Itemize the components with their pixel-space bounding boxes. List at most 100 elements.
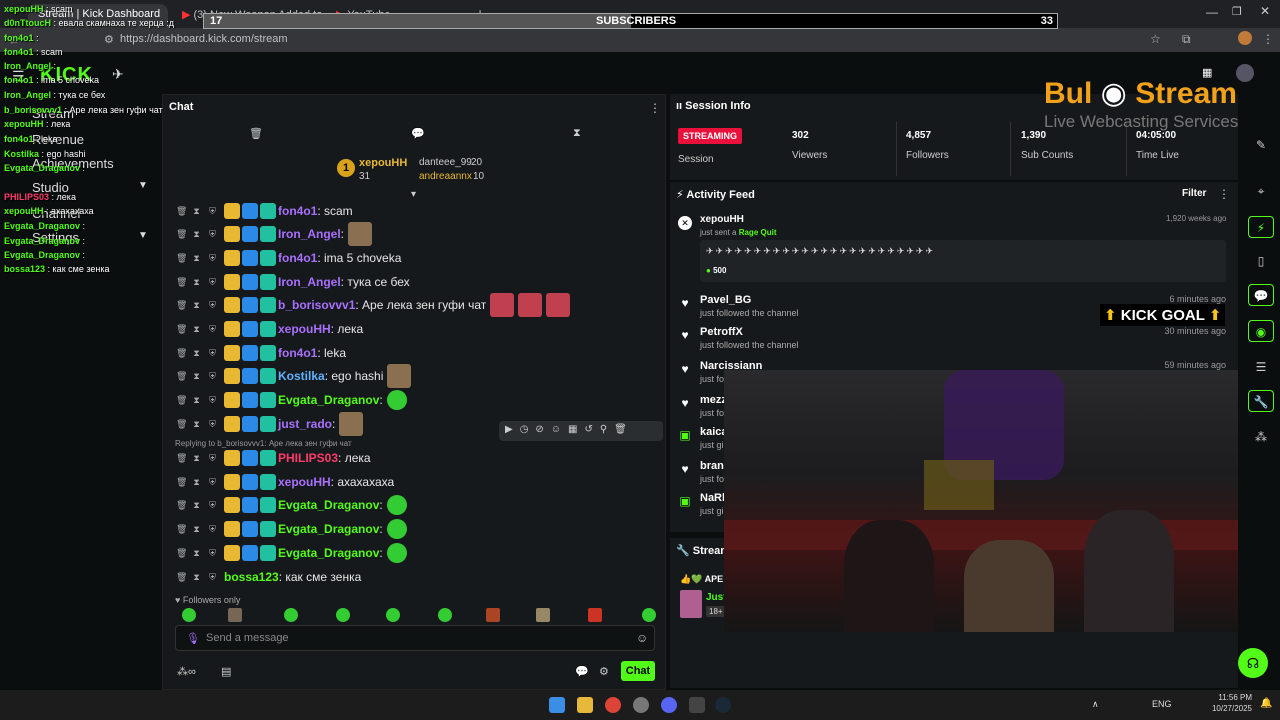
maximize-button[interactable]: ❐: [1232, 5, 1242, 18]
chat-message[interactable]: 🗑 ⧗ ⛨ Evgata_Draganov:: [176, 542, 407, 564]
microphone-icon[interactable]: 🎙: [186, 632, 200, 645]
top-user-name[interactable]: andreaannx: [419, 171, 472, 182]
hourglass-icon[interactable]: ⧗: [192, 324, 201, 335]
rocket-icon[interactable]: ✈: [112, 66, 124, 83]
chat-username[interactable]: b_borisovvv1: [278, 298, 355, 312]
steam-icon[interactable]: [715, 697, 731, 713]
chat-message[interactable]: 🗑 ⧗ ⛨ fon4o1: ima 5 choveka: [176, 247, 401, 269]
chat-message[interactable]: 🗑 ⧗ ⛨ Evgata_Draganov:: [176, 518, 407, 540]
broadcast-icon[interactable]: ◉: [1248, 320, 1274, 342]
discord-icon[interactable]: [661, 697, 677, 713]
clock-time[interactable]: 11:56 PM: [1216, 693, 1252, 702]
language-indicator[interactable]: ENG: [1152, 699, 1172, 709]
chat-username[interactable]: PHILIPS03: [278, 451, 338, 465]
chat-message[interactable]: 🗑 ⧗ ⛨ just_rado:: [176, 412, 364, 436]
filter-button[interactable]: Filter: [1182, 188, 1206, 199]
help-button[interactable]: ☊: [1238, 648, 1268, 678]
chat-username[interactable]: xepouHH: [278, 322, 331, 336]
shield-icon[interactable]: ⛨: [208, 524, 217, 535]
server-icon[interactable]: ☰: [1248, 356, 1274, 378]
emote[interactable]: [588, 608, 602, 622]
browser-menu-icon[interactable]: ⋮: [1262, 32, 1274, 46]
trash-icon[interactable]: 🗑: [176, 371, 187, 382]
activity-menu-icon[interactable]: ⋮: [1218, 187, 1230, 201]
shield-icon[interactable]: ⛨: [208, 324, 217, 335]
chat-username[interactable]: Evgata_Draganov: [278, 546, 379, 560]
emote[interactable]: [182, 608, 196, 622]
chat-username[interactable]: bossa123: [224, 570, 279, 584]
chat-message[interactable]: 🗑 ⧗ ⛨ xepouHH: ахахахаха: [176, 471, 394, 493]
bookmark-star-icon[interactable]: ☆: [1150, 32, 1161, 46]
shield-icon[interactable]: ⛨: [208, 548, 217, 559]
trash-icon[interactable]: 🗑: [176, 453, 187, 464]
emote[interactable]: [386, 608, 400, 622]
shield-icon[interactable]: ⛨: [208, 477, 217, 488]
chat-message[interactable]: 🗑 ⧗ ⛨ b_borisovvv1: Аре лека зен гуфи чат: [176, 293, 571, 317]
chat-menu-icon[interactable]: ⋮: [649, 101, 661, 115]
trash-icon[interactable]: 🗑: [176, 477, 187, 488]
emoji-icon[interactable]: ☺: [636, 631, 648, 645]
chat-message[interactable]: 🗑 ⧗ ⛨ Iron_Angel: тука се бех: [176, 271, 410, 293]
notification-icon[interactable]: 🔔: [1260, 698, 1272, 709]
shield-icon[interactable]: ⛨: [208, 453, 217, 464]
share-icon[interactable]: ⁂: [1248, 426, 1274, 448]
trash-icon[interactable]: 🗑: [176, 500, 187, 511]
trash-icon[interactable]: 🗑: [176, 300, 187, 311]
hourglass-icon[interactable]: ⧗: [192, 206, 201, 217]
hourglass-icon[interactable]: ⧗: [192, 253, 201, 264]
top-user-name[interactable]: danteee_99: [419, 157, 472, 168]
chevron-down-icon[interactable]: ▼: [138, 230, 148, 241]
trash-icon[interactable]: 🗑: [176, 572, 187, 583]
store-icon[interactable]: ▤: [221, 665, 231, 678]
chat-username[interactable]: fon4o1: [278, 346, 317, 360]
shield-icon[interactable]: ⛨: [208, 277, 217, 288]
document-icon[interactable]: ▯: [1248, 250, 1274, 272]
chat-username[interactable]: just_rado: [278, 417, 332, 431]
emote[interactable]: [486, 608, 500, 622]
trash-icon[interactable]: 🗑: [249, 127, 263, 140]
chat-message[interactable]: 🗑 ⧗ ⛨ PHILIPS03: лека: [176, 447, 371, 469]
feed-name[interactable]: Pavel_BG: [700, 294, 751, 306]
feed-name[interactable]: mezz: [700, 394, 727, 406]
chat-message[interactable]: 🗑 ⧗ ⛨ Iron_Angel:: [176, 222, 373, 246]
extensions-icon[interactable]: ⧉: [1182, 32, 1191, 47]
hourglass-icon[interactable]: ⧗: [192, 300, 201, 311]
chat-username[interactable]: fon4o1: [278, 251, 317, 265]
chevron-down-icon[interactable]: ▼: [138, 180, 148, 191]
clock-date[interactable]: 10/27/2025: [1210, 704, 1252, 713]
emote[interactable]: [642, 608, 656, 622]
terminal-icon[interactable]: [689, 697, 705, 713]
minimize-button[interactable]: —: [1206, 5, 1218, 19]
emote[interactable]: [336, 608, 350, 622]
close-window-button[interactable]: ✕: [1260, 4, 1270, 18]
chat-username[interactable]: Iron_Angel: [278, 227, 341, 241]
windows-start-icon[interactable]: [549, 697, 565, 713]
hourglass-icon[interactable]: ⧗: [192, 348, 201, 359]
trash-icon[interactable]: 🗑: [176, 324, 187, 335]
emote[interactable]: [228, 608, 242, 622]
profile-avatar[interactable]: [1238, 31, 1252, 45]
chat-message[interactable]: 🗑 ⧗ ⛨ xepouHH: лека: [176, 318, 363, 340]
category-thumbnail[interactable]: [680, 590, 702, 618]
shield-icon[interactable]: ⛨: [208, 348, 217, 359]
chat-message[interactable]: 🗑 ⧗ ⛨ bossa123: как сме зенка: [176, 566, 361, 588]
chat-username[interactable]: Iron_Angel: [278, 275, 341, 289]
chat-username[interactable]: Kostilka: [278, 369, 325, 383]
chat-message[interactable]: 🗑 ⧗ ⛨ fon4o1: scam: [176, 200, 353, 222]
chrome-icon[interactable]: [605, 697, 621, 713]
chat-username[interactable]: Evgata_Draganov: [278, 498, 379, 512]
trash-icon[interactable]: 🗑: [176, 253, 187, 264]
chat-message[interactable]: 🗑 ⧗ ⛨ Evgata_Draganov:: [176, 389, 407, 411]
url-field[interactable]: https://dashboard.kick.com/stream: [120, 33, 288, 45]
trash-icon[interactable]: 🗑: [176, 419, 187, 430]
shield-icon[interactable]: ⛨: [208, 371, 217, 382]
hourglass-icon[interactable]: ⧗: [192, 453, 201, 464]
wrench-icon[interactable]: 🔧: [1248, 390, 1274, 412]
emote[interactable]: [284, 608, 298, 622]
chevron-up-icon[interactable]: ∧: [1092, 699, 1099, 710]
shield-icon[interactable]: ⛨: [208, 500, 217, 511]
hourglass-icon[interactable]: ⧗: [192, 524, 201, 535]
hourglass-icon[interactable]: ⧗: [573, 127, 581, 140]
chat-icon[interactable]: 💬: [575, 665, 589, 678]
hourglass-icon[interactable]: ⧗: [192, 395, 201, 406]
